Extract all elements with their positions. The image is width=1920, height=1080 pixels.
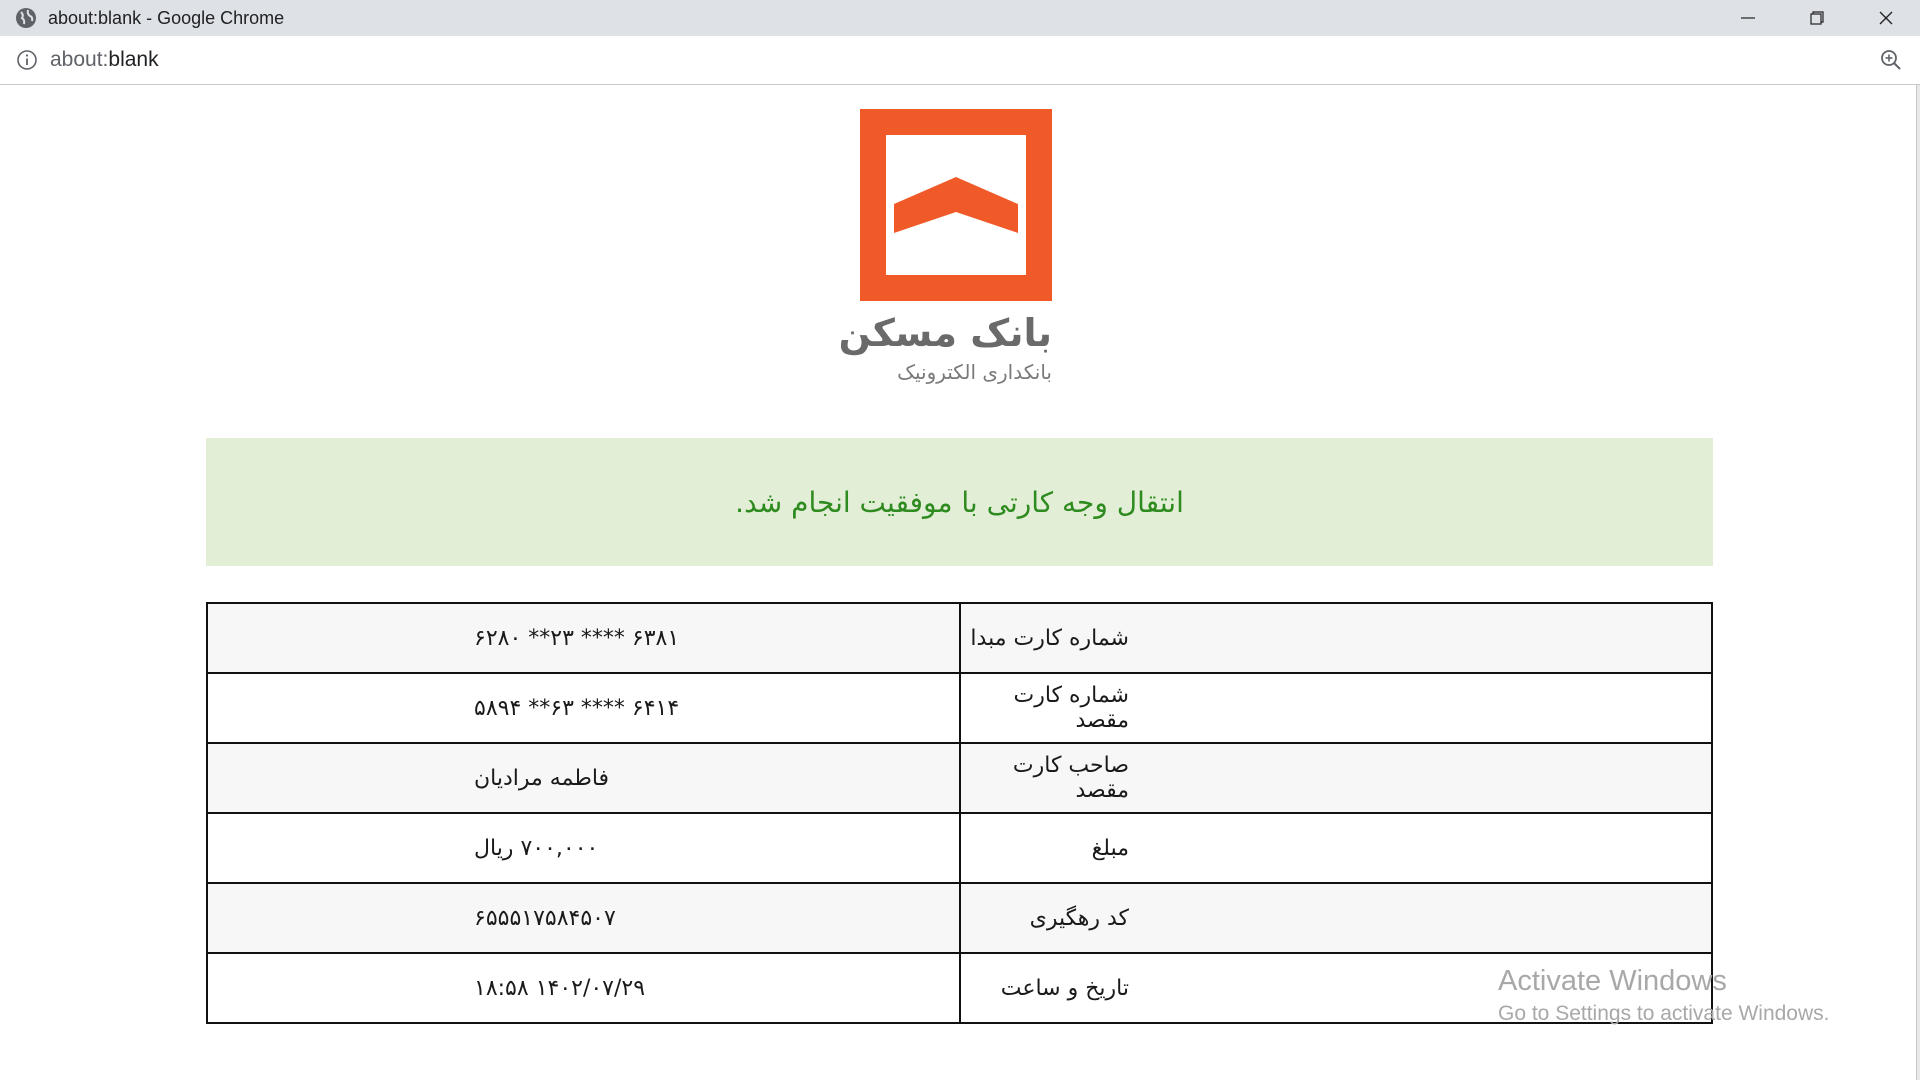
detail-label: صاحب کارت مقصد (1012, 753, 1129, 803)
detail-label-cell: شماره کارت مقصد (958, 672, 1713, 744)
detail-label: شماره کارت مقصد (1013, 683, 1129, 733)
bank-subtitle: بانکداری الکترونیک (897, 360, 1052, 384)
success-banner: انتقال وجه کارتی با موفقیت انجام شد. (206, 438, 1713, 566)
detail-value: فاطمه مرادیان (474, 765, 610, 791)
address-bar[interactable]: about:blank (0, 36, 1920, 85)
table-row: صاحب کارت مقصد فاطمه مرادیان (206, 742, 1713, 814)
close-icon (1879, 11, 1892, 25)
detail-label: شماره کارت مبدا (970, 625, 1129, 651)
table-row: شماره کارت مبدا ۶۳۸۱ **** ۲۳** ۶۲۸۰ (206, 602, 1713, 674)
detail-value: ۷۰۰,۰۰۰ ریال (474, 835, 599, 861)
table-row: مبلغ ۷۰۰,۰۰۰ ریال (206, 812, 1713, 884)
info-icon[interactable] (14, 47, 40, 73)
detail-value: ۶۴۱۴ **** ۶۳** ۵۸۹۴ (474, 695, 680, 721)
detail-label-cell: کد رهگیری (958, 882, 1713, 954)
detail-value-cell: ۶۳۸۱ **** ۲۳** ۶۲۸۰ (206, 602, 961, 674)
detail-value: ۶۳۸۱ **** ۲۳** ۶۲۸۰ (474, 625, 680, 651)
detail-label-cell: صاحب کارت مقصد (958, 742, 1713, 814)
detail-value: ۶۵۵۵۱۷۵۸۴۵۰۷ (474, 905, 616, 931)
detail-value-cell: ۶۴۱۴ **** ۶۳** ۵۸۹۴ (206, 672, 961, 744)
detail-value: ۱۴۰۲/۰۷/۲۹ ۱۸:۵۸ (474, 975, 646, 1001)
close-button[interactable] (1851, 0, 1920, 36)
window-title: about:blank - Google Chrome (48, 7, 285, 28)
detail-value-cell: ۶۵۵۵۱۷۵۸۴۵۰۷ (206, 882, 961, 954)
restore-button[interactable] (1782, 0, 1851, 36)
table-row: تاریخ و ساعت ۱۴۰۲/۰۷/۲۹ ۱۸:۵۸ (206, 952, 1713, 1024)
detail-label-cell: شماره کارت مبدا (958, 602, 1713, 674)
detail-label: کد رهگیری (1029, 905, 1129, 931)
url-path: blank (108, 48, 159, 71)
url-text[interactable]: about:blank (50, 48, 1876, 72)
detail-value-cell: ۱۴۰۲/۰۷/۲۹ ۱۸:۵۸ (206, 952, 961, 1024)
detail-label-cell: تاریخ و ساعت (958, 952, 1713, 1024)
table-row: کد رهگیری ۶۵۵۵۱۷۵۸۴۵۰۷ (206, 882, 1713, 954)
globe-icon (14, 6, 38, 30)
table-row: شماره کارت مقصد ۶۴۱۴ **** ۶۳** ۵۸۹۴ (206, 672, 1713, 744)
detail-label-cell: مبلغ (958, 812, 1713, 884)
detail-label: مبلغ (1091, 835, 1129, 861)
url-scheme: about: (50, 48, 109, 71)
restore-icon (1809, 11, 1824, 25)
page-scrollbar[interactable] (1916, 85, 1920, 1080)
minimize-icon (1740, 17, 1755, 19)
page-content: بانک مسکن بانکداری الکترونیک انتقال وجه … (0, 85, 1916, 1080)
browser-titlebar: about:blank - Google Chrome (0, 0, 1920, 36)
detail-value-cell: ۷۰۰,۰۰۰ ریال (206, 812, 961, 884)
detail-label: تاریخ و ساعت (1000, 975, 1129, 1001)
transaction-details-table: شماره کارت مبدا ۶۳۸۱ **** ۲۳** ۶۲۸۰ شمار… (206, 602, 1713, 1024)
zoom-icon[interactable] (1876, 45, 1906, 75)
bank-name: بانک مسکن (838, 311, 1052, 355)
bank-logo (860, 109, 1052, 301)
minimize-button[interactable] (1713, 0, 1782, 36)
success-message: انتقال وجه کارتی با موفقیت انجام شد. (735, 485, 1184, 519)
detail-value-cell: فاطمه مرادیان (206, 742, 961, 814)
